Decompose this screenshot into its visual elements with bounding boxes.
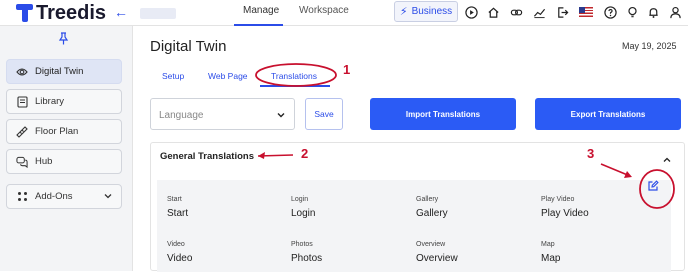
date-label: May 19, 2025 bbox=[622, 41, 677, 51]
translation-item: Video Video bbox=[167, 241, 277, 264]
translation-item: Photos Photos bbox=[291, 241, 401, 264]
chat-icon bbox=[16, 156, 28, 168]
analytics-icon[interactable] bbox=[532, 5, 546, 19]
language-placeholder: Language bbox=[159, 110, 204, 121]
translation-item: Gallery Gallery bbox=[416, 196, 526, 219]
translation-item: Overview Overview bbox=[416, 241, 526, 264]
tab-workspace[interactable]: Workspace bbox=[299, 5, 349, 16]
page-title: Digital Twin bbox=[150, 38, 227, 55]
tab-web-page[interactable]: Web Page bbox=[208, 71, 248, 81]
chevron-down-icon bbox=[103, 191, 113, 204]
user-icon[interactable] bbox=[668, 5, 682, 19]
sidebar-item-add-ons[interactable]: Add-Ons bbox=[6, 184, 122, 209]
general-translations-title[interactable]: General Translations bbox=[160, 151, 254, 162]
annotation-number-3: 3 bbox=[587, 146, 595, 161]
tab-translations[interactable]: Translations bbox=[271, 71, 317, 81]
translation-item: Start Start bbox=[167, 196, 277, 219]
eye-icon bbox=[16, 66, 28, 78]
sidebar-item-label: Floor Plan bbox=[35, 126, 79, 137]
link-icon[interactable] bbox=[509, 5, 523, 19]
main-panel: Digital Twin May 19, 2025 Setup Web Page… bbox=[133, 26, 688, 272]
general-translations-panel: General Translations Start Start Login Log… bbox=[150, 142, 685, 272]
translation-key: Photos bbox=[291, 241, 313, 248]
translation-value: Photos bbox=[291, 253, 323, 264]
sidebar-item-library[interactable]: Library bbox=[6, 89, 122, 114]
edit-icon bbox=[647, 179, 659, 197]
home-icon[interactable] bbox=[486, 5, 500, 19]
sidebar-item-label: Library bbox=[35, 96, 65, 107]
save-button[interactable]: Save bbox=[305, 98, 343, 130]
translations-grid: Start Start Login Login Gallery Gallery Pla… bbox=[157, 180, 671, 272]
sidebar-item-label: Digital Twin bbox=[35, 66, 84, 77]
top-bar: Treedis ← Manage Workspace ⚡︎ Business bbox=[0, 0, 688, 26]
translation-key: Video bbox=[167, 241, 185, 248]
business-label: Business bbox=[411, 6, 453, 17]
annotation-number-2: 2 bbox=[301, 146, 309, 161]
translation-key: Start bbox=[167, 196, 182, 203]
bolt-icon: ⚡︎ bbox=[399, 6, 408, 18]
bulb-icon[interactable] bbox=[625, 5, 639, 19]
sidebar-item-floor-plan[interactable]: Floor Plan bbox=[6, 119, 122, 144]
chevron-up-icon[interactable] bbox=[662, 152, 672, 170]
sidebar-item-label: Add-Ons bbox=[35, 191, 73, 202]
translation-value: Video bbox=[167, 253, 193, 264]
help-icon[interactable] bbox=[603, 5, 617, 19]
sidebar-item-hub[interactable]: Hub bbox=[6, 149, 122, 174]
translation-key: Gallery bbox=[416, 196, 439, 203]
annotation-number-1: 1 bbox=[343, 62, 351, 77]
sidebar: Digital Twin Library Floor Plan Hub Add-… bbox=[0, 26, 133, 271]
language-select[interactable]: Language bbox=[150, 98, 295, 130]
tab-translations-underline bbox=[260, 85, 330, 87]
sidebar-item-digital-twin[interactable]: Digital Twin bbox=[6, 59, 122, 84]
translation-item: Map Map bbox=[541, 241, 651, 264]
blurred-project-name bbox=[140, 8, 176, 19]
translation-value: Map bbox=[541, 253, 561, 264]
translation-value: Play Video bbox=[541, 208, 589, 219]
tab-manage[interactable]: Manage bbox=[243, 5, 279, 16]
ruler-icon bbox=[16, 125, 28, 138]
back-arrow-icon[interactable]: ← bbox=[114, 4, 128, 20]
translation-key: Overview bbox=[416, 241, 446, 248]
logo-text: Treedis bbox=[36, 2, 107, 24]
grid-icon bbox=[16, 191, 28, 203]
logo[interactable]: Treedis bbox=[16, 3, 106, 23]
translation-key: Login bbox=[291, 196, 309, 203]
translation-value: Gallery bbox=[416, 208, 448, 219]
business-button[interactable]: ⚡︎ Business bbox=[394, 1, 458, 22]
bell-icon[interactable] bbox=[646, 5, 660, 19]
chevron-down-icon bbox=[276, 110, 286, 123]
export-translations-button[interactable]: Export Translations bbox=[535, 98, 681, 130]
translation-value: Overview bbox=[416, 253, 458, 264]
tab-setup[interactable]: Setup bbox=[162, 71, 184, 81]
translation-value: Login bbox=[291, 208, 316, 219]
pin-icon[interactable] bbox=[58, 32, 69, 50]
treedis-logo-icon bbox=[16, 4, 33, 22]
sidebar-item-label: Hub bbox=[35, 156, 53, 167]
translation-item: Login Login bbox=[291, 196, 401, 219]
translation-key: Play Video bbox=[541, 196, 575, 203]
library-icon bbox=[16, 95, 28, 108]
translation-value: Start bbox=[167, 208, 189, 219]
translation-key: Map bbox=[541, 241, 555, 248]
translation-item: Play Video Play Video bbox=[541, 196, 651, 219]
export-icon[interactable] bbox=[555, 5, 569, 19]
import-translations-button[interactable]: Import Translations bbox=[370, 98, 516, 130]
flag-us-icon[interactable] bbox=[579, 7, 593, 17]
edit-translations-button[interactable] bbox=[644, 179, 662, 197]
play-icon[interactable] bbox=[464, 5, 478, 19]
